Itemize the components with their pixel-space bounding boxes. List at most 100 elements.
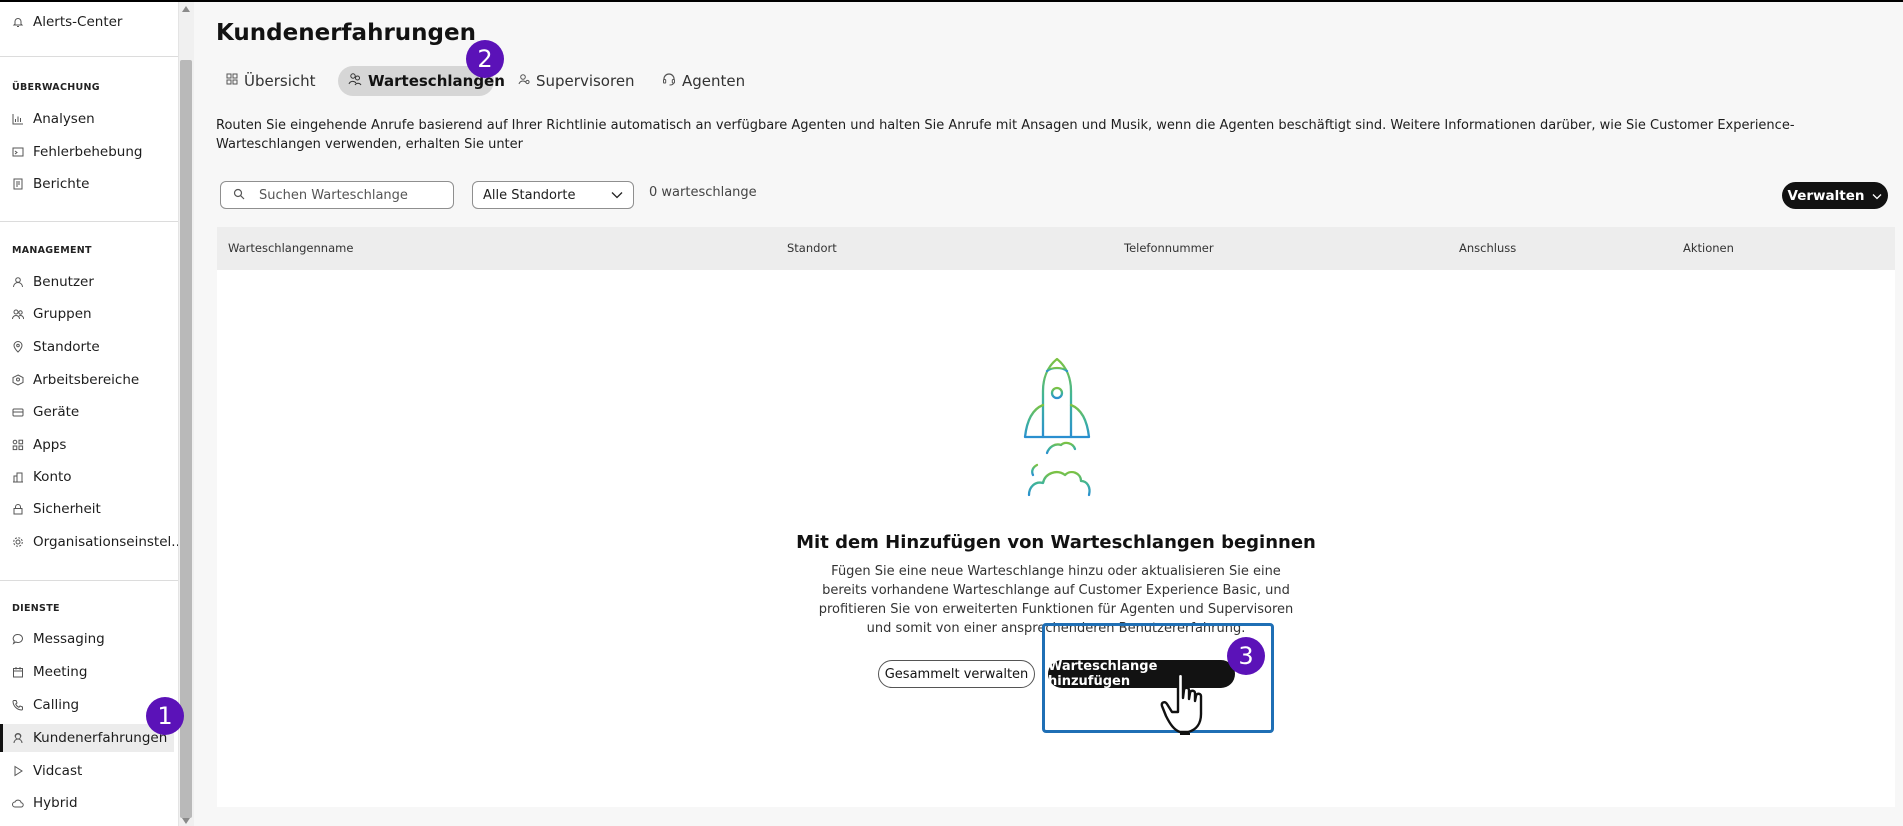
chevron-down-icon xyxy=(1872,188,1882,204)
workspace-icon xyxy=(12,374,24,386)
sidebar-item-label: Gruppen xyxy=(33,306,92,322)
message-icon xyxy=(12,633,24,645)
search-icon xyxy=(233,188,245,203)
scrollbar-thumb[interactable] xyxy=(180,60,192,818)
report-icon xyxy=(12,178,24,190)
sidebar-item-label: Benutzer xyxy=(33,274,94,290)
tab-uebersicht[interactable]: Übersicht xyxy=(216,66,326,96)
sidebar-item-label: Standorte xyxy=(33,339,100,355)
sidebar-item-kundenerfahrungen[interactable]: Kundenerfahrungen xyxy=(0,724,174,752)
sidebar-item-meeting[interactable]: Meeting xyxy=(0,658,174,686)
hand-pointer-cursor-icon xyxy=(1160,672,1203,735)
tab-label: Supervisoren xyxy=(536,72,635,90)
apps-icon xyxy=(12,439,24,451)
rocket-illustration xyxy=(1023,357,1091,497)
sidebar-item-hybrid[interactable]: Hybrid xyxy=(0,789,174,817)
queue-count: 0 warteschlange xyxy=(649,185,757,200)
tab-agenten[interactable]: Agenten xyxy=(652,66,755,96)
sidebar-item-label: Analysen xyxy=(33,111,95,127)
sidebar-item-label: Konto xyxy=(33,469,72,485)
step-badge-1: 1 xyxy=(146,697,184,735)
sidebar-item-benutzer[interactable]: Benutzer xyxy=(0,268,174,296)
sidebar-item-konto[interactable]: Konto xyxy=(0,463,174,491)
bulk-manage-label: Gesammelt verwalten xyxy=(884,666,1029,682)
table-header: Warteschlangenname Standort Telefonnumme… xyxy=(217,227,1895,270)
page-title: Kundenerfahrungen xyxy=(216,20,476,46)
sidebar-item-geraete[interactable]: Geräte xyxy=(0,398,174,426)
sidebar-item-label: Alerts-Center xyxy=(33,14,123,30)
gear-icon xyxy=(12,536,24,548)
group-icon xyxy=(12,308,24,320)
sidebar-item-apps[interactable]: Apps xyxy=(0,431,174,459)
sidebar-item-berichte[interactable]: Berichte xyxy=(0,170,174,198)
user-icon xyxy=(12,276,24,288)
sidebar-item-alerts-center[interactable]: Alerts-Center xyxy=(0,8,174,36)
sidebar-item-sicherheit[interactable]: Sicherheit xyxy=(0,495,174,523)
sidebar-item-label: Messaging xyxy=(33,631,105,647)
sidebar-item-label: Arbeitsbereiche xyxy=(33,372,140,388)
queue-table: Warteschlangenname Standort Telefonnumme… xyxy=(217,227,1895,807)
search-input[interactable] xyxy=(259,187,439,203)
sidebar-item-standorte[interactable]: Standorte xyxy=(0,333,174,361)
section-heading-management: MANAGEMENT xyxy=(12,245,92,256)
phone-icon xyxy=(12,699,24,711)
sidebar-item-label: Vidcast xyxy=(33,763,83,779)
location-filter-value: Alle Standorte xyxy=(483,187,576,203)
sidebar-item-label: Hybrid xyxy=(33,795,78,811)
sidebar-item-analysen[interactable]: Analysen xyxy=(0,105,174,133)
search-box[interactable] xyxy=(220,181,454,209)
sidebar-item-organisationseinstellungen[interactable]: Organisationseinstel... xyxy=(0,528,184,556)
column-header-location[interactable]: Standort xyxy=(787,241,837,255)
tab-label: Übersicht xyxy=(244,72,316,90)
sidebar-divider xyxy=(0,56,178,57)
column-header-extension[interactable]: Anschluss xyxy=(1459,241,1516,255)
sidebar-divider xyxy=(0,221,178,222)
sidebar-item-label: Apps xyxy=(33,437,67,453)
scroll-down-arrow-icon[interactable] xyxy=(182,818,190,824)
chart-icon xyxy=(12,113,24,125)
supervisor-icon xyxy=(518,73,530,89)
sidebar-item-label: Calling xyxy=(33,697,80,713)
troubleshoot-icon xyxy=(12,146,24,158)
sidebar-item-label: Sicherheit xyxy=(33,501,101,517)
location-filter-select[interactable]: Alle Standorte xyxy=(472,181,634,209)
manage-button[interactable]: Verwalten xyxy=(1782,182,1888,209)
top-border xyxy=(0,0,1903,2)
step-badge-2: 2 xyxy=(466,40,504,78)
grid-icon xyxy=(226,73,238,89)
sidebar-item-label: Organisationseinstel... xyxy=(33,534,185,550)
sidebar-item-vidcast[interactable]: Vidcast xyxy=(0,757,174,785)
cloud-icon xyxy=(12,797,24,809)
tab-label: Agenten xyxy=(682,72,746,90)
customer-icon xyxy=(12,732,24,744)
sidebar-item-label: Geräte xyxy=(33,404,80,420)
sidebar-item-messaging[interactable]: Messaging xyxy=(0,625,174,653)
play-icon xyxy=(12,765,24,777)
scroll-up-arrow-icon[interactable] xyxy=(182,6,190,12)
column-header-queue-name[interactable]: Warteschlangenname xyxy=(228,241,353,255)
queue-icon xyxy=(348,72,362,90)
bell-icon xyxy=(12,16,24,28)
account-icon xyxy=(12,471,24,483)
section-heading-services: DIENSTE xyxy=(12,603,60,614)
sidebar-item-gruppen[interactable]: Gruppen xyxy=(0,300,174,328)
lock-icon xyxy=(12,503,24,515)
intro-text: Routen Sie eingehende Anrufe basierend a… xyxy=(216,118,1795,152)
chevron-down-icon xyxy=(611,188,623,203)
headset-icon xyxy=(662,72,676,90)
empty-state-title: Mit dem Hinzufügen von Warteschlangen be… xyxy=(796,532,1316,553)
section-heading-monitoring: ÜBERWACHUNG xyxy=(12,82,100,93)
sidebar-item-label: Kundenerfahrungen xyxy=(33,730,168,746)
location-icon xyxy=(12,341,24,353)
column-header-phone-number[interactable]: Telefonnummer xyxy=(1124,241,1214,255)
manage-button-label: Verwalten xyxy=(1787,187,1865,204)
sidebar-item-arbeitsbereiche[interactable]: Arbeitsbereiche xyxy=(0,366,174,394)
bulk-manage-button[interactable]: Gesammelt verwalten xyxy=(878,660,1035,688)
device-icon xyxy=(12,406,24,418)
tab-supervisoren[interactable]: Supervisoren xyxy=(508,66,645,96)
calendar-icon xyxy=(12,666,24,678)
sidebar-item-label: Meeting xyxy=(33,664,88,680)
sidebar-item-label: Berichte xyxy=(33,176,90,192)
sidebar-item-fehlerbehebung[interactable]: Fehlerbehebung xyxy=(0,138,174,166)
column-header-actions: Aktionen xyxy=(1683,241,1734,255)
